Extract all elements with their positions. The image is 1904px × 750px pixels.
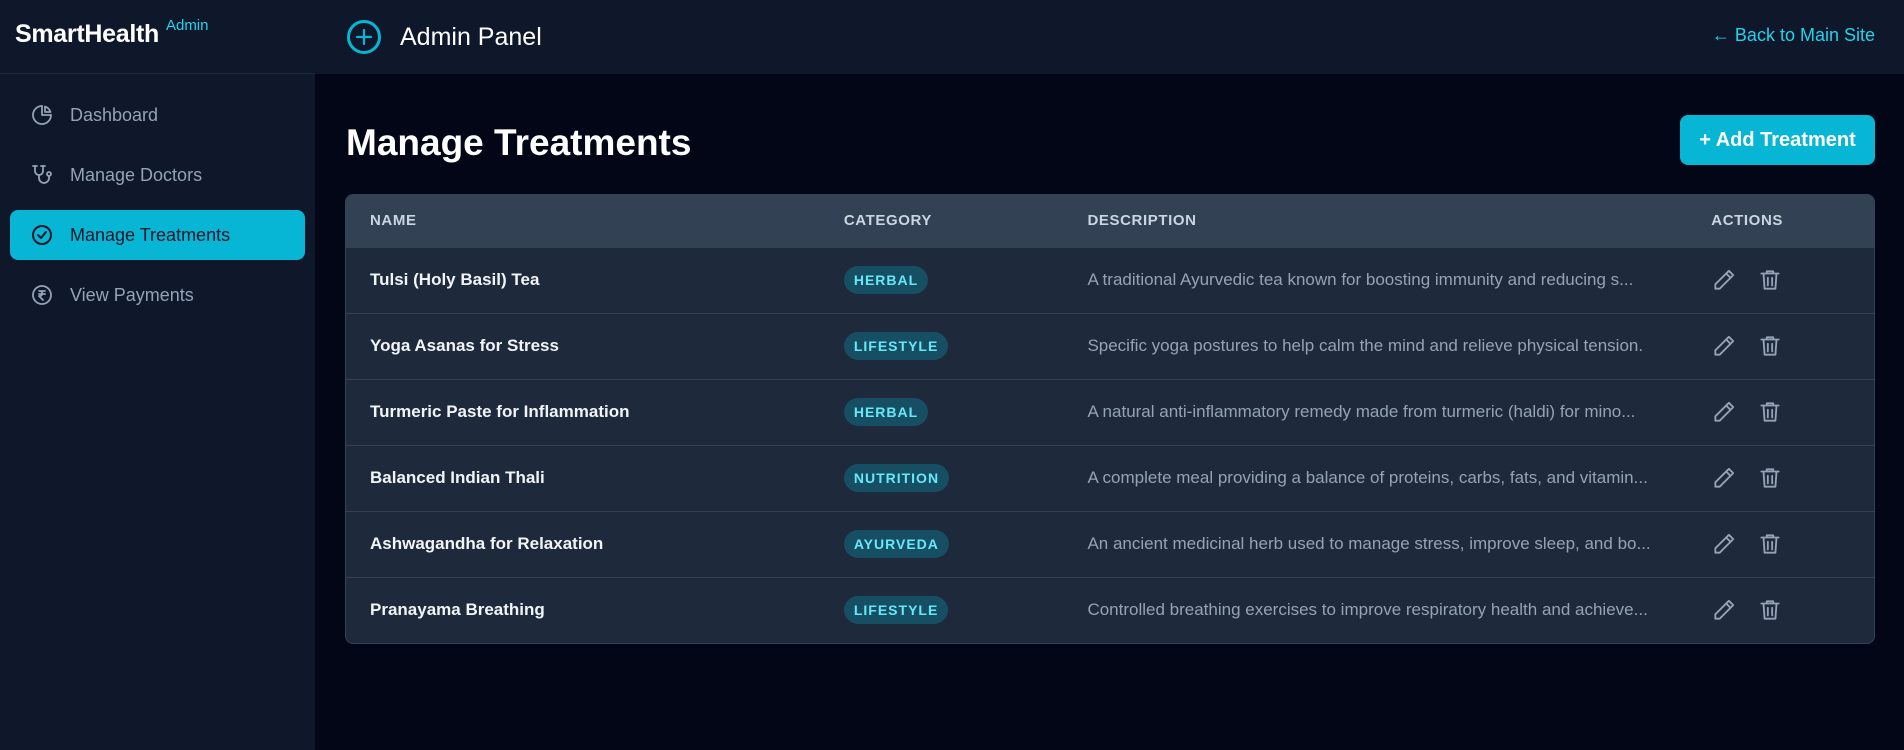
brand: SmartHealth Admin [0,0,315,74]
panel-title: Admin Panel [400,22,542,51]
rupee-icon [30,283,54,307]
table-row: Ashwagandha for Relaxation AYURVEDA An a… [346,511,1874,577]
top-bar: Admin Panel ← Back to Main Site [315,0,1904,74]
edit-pencil-icon[interactable] [1711,531,1737,557]
category-cell: NUTRITION [820,445,1064,511]
actions-cell [1687,511,1874,577]
edit-pencil-icon[interactable] [1711,267,1737,293]
pie-chart-icon [30,103,54,127]
sidebar-item-label: Manage Treatments [70,224,231,245]
delete-trash-icon[interactable] [1757,465,1783,491]
category-badge: HERBAL [843,398,929,426]
treatment-name: Pranayama Breathing [370,600,545,620]
table-header-row: NAME CATEGORY DESCRIPTION ACTIONS [346,195,1874,247]
table-row: Balanced Indian Thali NUTRITION A comple… [346,445,1874,511]
sidebar-item-label: Manage Doctors [70,164,203,185]
treatment-name: Ashwagandha for Relaxation [370,534,604,553]
treatment-name: Turmeric Paste for Inflammation [370,402,630,421]
stethoscope-icon [30,163,54,187]
sidebar-item-manage-doctors[interactable]: Manage Doctors [10,150,305,200]
back-to-main-site-link[interactable]: ← Back to Main Site [1712,25,1875,46]
category-badge: LIFESTYLE [843,332,949,360]
sidebar: SmartHealth Admin Dashboard Manage Docto… [0,0,315,750]
brand-tag: Admin [165,17,209,34]
category-cell: HERBAL [820,247,1064,313]
category-badge: NUTRITION [843,464,950,492]
treatments-table: NAME CATEGORY DESCRIPTION ACTIONS Tulsi … [346,195,1874,643]
actions-cell [1687,247,1874,313]
treatments-table-card: NAME CATEGORY DESCRIPTION ACTIONS Tulsi … [345,194,1875,644]
table-row: Pranayama Breathing LIFESTYLE Controlled… [346,577,1874,643]
table-row: Tulsi (Holy Basil) Tea HERBAL A traditio… [346,247,1874,313]
column-header-description: DESCRIPTION [1087,212,1197,230]
sidebar-item-label: Dashboard [70,104,159,125]
table-row: Turmeric Paste for Inflammation HERBAL A… [346,379,1874,445]
treatment-name: Balanced Indian Thali [370,468,545,487]
treatment-name: Tulsi (Holy Basil) Tea [370,270,540,289]
treatment-description: Controlled breathing exercises to improv… [1087,600,1648,620]
actions-cell [1687,577,1874,643]
sidebar-item-manage-treatments[interactable]: Manage Treatments [10,210,305,260]
main-content: Manage Treatments + Add Treatment NAME C… [345,74,1875,644]
treatment-description: An ancient medicinal herb used to manage… [1087,534,1651,553]
column-header-actions: ACTIONS [1711,212,1783,230]
page-header: Manage Treatments + Add Treatment [345,74,1875,194]
actions-cell [1687,445,1874,511]
delete-trash-icon[interactable] [1757,333,1783,359]
sidebar-item-view-payments[interactable]: View Payments [10,270,305,320]
actions-cell [1687,313,1874,379]
column-header-category: CATEGORY [843,212,932,230]
category-badge: HERBAL [843,266,929,294]
treatment-name: Yoga Asanas for Stress [370,336,559,355]
category-badge: LIFESTYLE [843,596,949,625]
check-circle-icon [30,223,54,247]
category-badge: AYURVEDA [843,530,949,558]
treatment-description: A natural anti-inflammatory remedy made … [1087,402,1636,421]
sidebar-item-label: View Payments [70,284,194,305]
brand-name[interactable]: SmartHealth [15,20,159,49]
add-treatment-button[interactable]: + Add Treatment [1680,115,1875,165]
edit-pencil-icon[interactable] [1711,465,1737,491]
delete-trash-icon[interactable] [1757,531,1783,557]
category-cell: LIFESTYLE [820,577,1064,643]
page-title: Manage Treatments [346,122,692,163]
category-cell: HERBAL [820,379,1064,445]
actions-cell [1687,379,1874,445]
column-header-name: NAME [370,212,417,230]
sidebar-item-dashboard[interactable]: Dashboard [10,90,305,140]
plus-circle-icon [346,19,382,55]
treatment-description: A traditional Ayurvedic tea known for bo… [1087,270,1634,289]
treatment-description: Specific yoga postures to help calm the … [1087,336,1644,355]
delete-trash-icon[interactable] [1757,597,1783,623]
table-row: Yoga Asanas for Stress LIFESTYLE Specifi… [346,313,1874,379]
sidebar-nav: Dashboard Manage Doctors Manage Treatmen… [0,74,315,320]
delete-trash-icon[interactable] [1757,267,1783,293]
edit-pencil-icon[interactable] [1711,333,1737,359]
edit-pencil-icon[interactable] [1711,399,1737,425]
delete-trash-icon[interactable] [1757,399,1783,425]
category-cell: LIFESTYLE [820,313,1064,379]
treatment-description: A complete meal providing a balance of p… [1087,468,1648,487]
edit-pencil-icon[interactable] [1711,597,1737,623]
category-cell: AYURVEDA [820,511,1064,577]
